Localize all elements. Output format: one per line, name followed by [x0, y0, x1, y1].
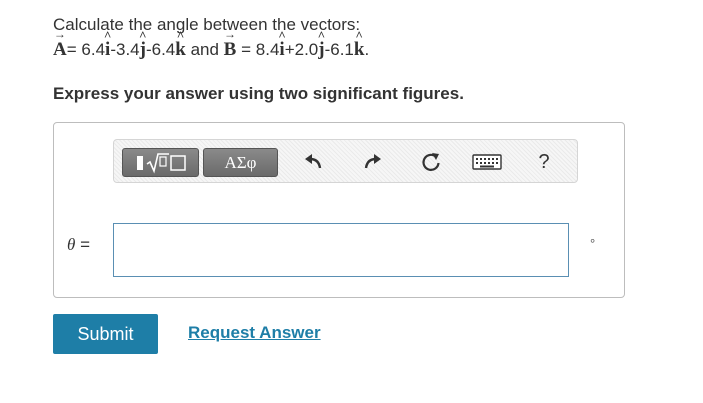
- question-vectors: → A= 6.4 ^ i-3.4 ^ j-6.4 ^ k and → B = 8.4 ^ i+2.0…: [53, 27, 370, 60]
- keyboard-icon: [472, 154, 502, 170]
- redo-icon: [364, 154, 381, 169]
- instruction-text: Express your answer using two significan…: [53, 84, 464, 103]
- math-toolbar: ΑΣφ ?: [113, 139, 578, 183]
- redo-button[interactable]: [361, 150, 385, 174]
- undo-icon: [305, 154, 322, 169]
- answer-label: θ =: [67, 235, 91, 254]
- vector-b: → B: [223, 27, 237, 60]
- unit-j: ^ j: [139, 28, 147, 60]
- request-answer-link[interactable]: Request Answer: [188, 323, 321, 343]
- templates-button[interactable]: [122, 148, 199, 177]
- theta-symbol: θ: [67, 235, 76, 254]
- unit-k: ^ k: [175, 28, 186, 60]
- unit-i: ^ i: [103, 28, 112, 60]
- undo-button[interactable]: [301, 150, 325, 174]
- templates-sqrt-icon: [137, 153, 186, 174]
- answer-panel: ΑΣφ ? θ = °: [53, 122, 625, 298]
- answer-input[interactable]: [113, 223, 569, 277]
- help-button[interactable]: ?: [532, 150, 556, 174]
- greek-symbols-button[interactable]: ΑΣφ: [203, 148, 278, 177]
- reset-button[interactable]: [419, 150, 443, 174]
- vector-a: → A: [53, 27, 67, 60]
- keyboard-button[interactable]: [470, 150, 504, 174]
- question-text: Calculate the angle between the vectors:…: [53, 12, 369, 62]
- degree-unit: °: [590, 236, 596, 251]
- submit-button[interactable]: Submit: [53, 314, 158, 354]
- reset-icon: [422, 153, 440, 171]
